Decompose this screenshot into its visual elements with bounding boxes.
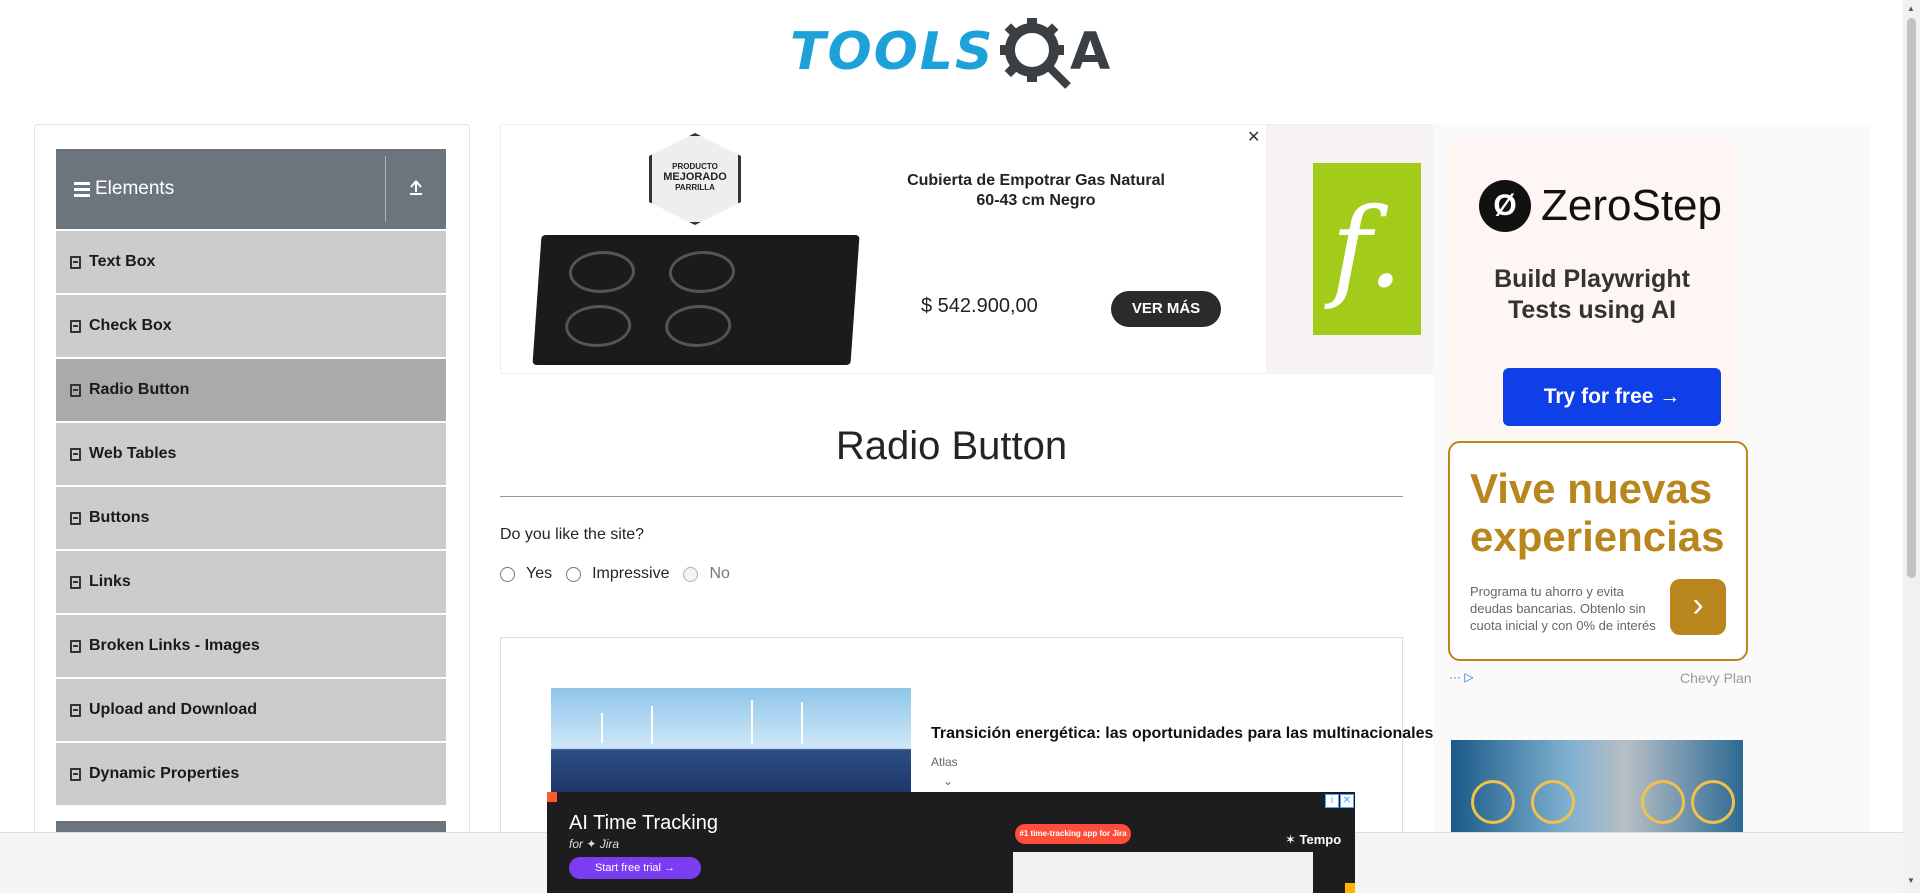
zerostep-tagline: Build Playwright Tests using AI	[1447, 264, 1737, 326]
right-ad-column: Ø ZeroStep Build Playwright Tests using …	[1433, 124, 1870, 850]
html5-icon	[70, 575, 81, 589]
tempo-logo: ✶ Tempo	[1285, 832, 1342, 847]
sidebar-item-label: Broken Links - Images	[89, 637, 260, 654]
sidebar-menu-list: Text Box Check Box Radio Button Web Tabl…	[56, 231, 446, 807]
html5-icon	[70, 511, 81, 525]
badge-text-2: MEJORADO	[663, 171, 727, 183]
vn-body: Programa tu ahorro y evita deudas bancar…	[1470, 584, 1656, 633]
zerostep-logo: Ø ZeroStep	[1479, 180, 1722, 232]
sidebar-item-upload-download[interactable]: Upload and Download	[56, 679, 446, 741]
vn-title: Vive nuevas experiencias	[1470, 465, 1725, 561]
divider	[500, 496, 1403, 497]
sidebar-group-elements[interactable]: Elements	[56, 149, 446, 229]
vn-title-1: Vive nuevas	[1470, 465, 1713, 512]
sidebar: Elements Text Box Check Box Radio Button…	[34, 124, 470, 851]
group-title: Elements	[95, 178, 175, 199]
toolsqa-logo[interactable]: TOOLS A	[790, 14, 1120, 92]
radio-no: No	[683, 565, 730, 583]
bottom-ad-banner[interactable]: AI Time Tracking for ✦ Jira Start free t…	[547, 792, 1355, 893]
sidebar-item-label: Links	[89, 573, 131, 590]
radio-yes[interactable]: Yes	[500, 565, 552, 583]
zerostep-ad[interactable]: Ø ZeroStep Build Playwright Tests using …	[1447, 138, 1737, 438]
badge-text-3: PARRILLA	[675, 183, 715, 192]
sidebar-item-links[interactable]: Links	[56, 551, 446, 613]
sidebar-item-dynamic-properties[interactable]: Dynamic Properties	[56, 743, 446, 805]
html5-icon	[70, 767, 81, 781]
close-icon[interactable]: ✕	[1247, 127, 1260, 147]
bottom-ad-headline: AI Time Tracking	[569, 812, 718, 834]
sidebar-item-broken-links[interactable]: Broken Links - Images	[56, 615, 446, 677]
radio-label: No	[709, 565, 730, 582]
adchoices-icon[interactable]: ··· ▷	[1449, 670, 1474, 684]
article-source: Atlas	[931, 755, 958, 769]
sidebar-item-check-box[interactable]: Check Box	[56, 295, 446, 357]
sidebar-item-label: Upload and Download	[89, 701, 257, 718]
close-icon[interactable]: ✕	[1340, 794, 1354, 808]
gear-magnifier-icon	[1000, 18, 1071, 89]
radio-circle	[683, 566, 699, 582]
vertical-scrollbar[interactable]: ▲ ▼	[1903, 0, 1920, 893]
scroll-down-icon[interactable]: ▼	[1907, 876, 1915, 885]
article-thumbnail	[551, 688, 911, 798]
sidebar-item-label: Web Tables	[89, 445, 177, 462]
html5-icon	[70, 319, 81, 333]
product-image	[532, 235, 860, 365]
radio-circle[interactable]	[566, 566, 582, 582]
radio-label[interactable]: Impressive	[592, 565, 669, 583]
product-price: $ 542.900,00	[921, 295, 1038, 317]
bottom-ad-screenshot	[1013, 852, 1313, 893]
sidebar-item-label: Buttons	[89, 509, 150, 526]
try-for-free-button[interactable]: Try for free →	[1503, 368, 1721, 426]
logo-text: TOOLS	[790, 22, 995, 82]
logo-letter: A	[1070, 22, 1111, 82]
zerostep-name: ZeroStep	[1541, 181, 1722, 230]
html5-icon	[70, 639, 81, 653]
badge-text-1: PRODUCTO	[672, 162, 718, 171]
sidebar-item-label: Check Box	[89, 317, 172, 334]
sidebar-item-label: Text Box	[89, 253, 156, 270]
sidebar-item-label: Radio Button	[89, 381, 190, 398]
sidebar-item-label: Dynamic Properties	[89, 765, 240, 782]
scroll-thumb[interactable]	[1907, 18, 1916, 578]
sidebar-item-text-box[interactable]: Text Box	[56, 231, 446, 293]
up-arrow-icon[interactable]	[386, 178, 446, 201]
html5-icon	[70, 383, 81, 397]
zerostep-mark-icon: Ø	[1479, 180, 1531, 232]
vive-nuevas-ad[interactable]: Vive nuevas experiencias Programa tu aho…	[1448, 441, 1748, 661]
decor	[547, 792, 557, 802]
ad-sponsor[interactable]: Chevy Plan	[1680, 670, 1752, 686]
ver-mas-button[interactable]: VER MÁS	[1111, 291, 1221, 327]
page-title: Radio Button	[835, 424, 1068, 468]
html5-icon	[70, 703, 81, 717]
zerostep-tagline-1: Build Playwright	[1494, 265, 1690, 293]
info-icon[interactable]: i	[1325, 794, 1339, 808]
radio-label[interactable]: Yes	[526, 565, 552, 583]
product-name: Cubierta de Empotrar Gas Natural 60-43 c…	[907, 172, 1165, 209]
html5-icon	[70, 447, 81, 461]
radio-group: Yes Impressive No	[500, 565, 744, 583]
zerostep-tagline-2: Tests using AI	[1507, 296, 1677, 324]
radio-impressive[interactable]: Impressive	[566, 565, 669, 583]
start-free-trial-button[interactable]: Start free trial →	[569, 857, 701, 879]
top-ad-banner[interactable]: PRODUCTO MEJORADO PARRILLA Cubierta de E…	[500, 124, 1435, 374]
vn-title-2: experiencias	[1470, 513, 1725, 560]
sidebar-item-buttons[interactable]: Buttons	[56, 487, 446, 549]
bottom-ad-pill: #1 time-tracking app for Jira	[1015, 824, 1131, 844]
page: TOOLS A Elements Text Box Check Box Radi…	[0, 0, 1920, 893]
bottom-ad-subline: for ✦ Jira	[569, 837, 620, 851]
arrow-right-icon[interactable]: ›	[1670, 579, 1726, 635]
sidebar-item-radio-button[interactable]: Radio Button	[56, 359, 446, 421]
decor	[1345, 883, 1355, 893]
article-headline[interactable]: Transición energética: las oportunidades…	[931, 725, 1451, 743]
radio-circle[interactable]	[500, 566, 515, 582]
hamburger-icon	[74, 179, 90, 200]
html5-icon	[70, 255, 81, 269]
scroll-up-icon[interactable]: ▲	[1907, 4, 1915, 13]
sidebar-item-web-tables[interactable]: Web Tables	[56, 423, 446, 485]
chevron-down-icon[interactable]: ⌄	[943, 774, 953, 788]
falabella-logo: f.	[1313, 163, 1421, 335]
question-label: Do you like the site?	[500, 526, 645, 543]
product-badge: PRODUCTO MEJORADO PARRILLA	[649, 133, 741, 225]
